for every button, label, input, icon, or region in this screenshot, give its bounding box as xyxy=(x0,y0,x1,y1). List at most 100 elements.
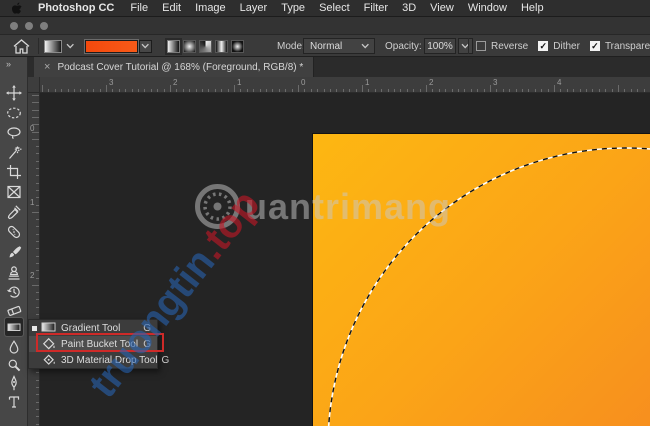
diamond-gradient-icon[interactable] xyxy=(231,40,244,53)
tool-options-bar: Mode: Normal Opacity: 100% Reverse ✓ Dithe… xyxy=(0,35,650,57)
flyout-item-3d-material-drop-tool[interactable]: 3D Material Drop ToolG xyxy=(29,352,157,368)
hruler-label: 1 xyxy=(237,78,241,87)
frame-tool[interactable] xyxy=(5,183,23,201)
tool-preset-picker[interactable] xyxy=(44,35,62,57)
opacity-label: Opacity: xyxy=(385,35,422,57)
hruler-label: 2 xyxy=(429,78,433,87)
tools-panel: » xyxy=(0,57,28,426)
dither-checkbox-label: Dither xyxy=(553,41,580,52)
hruler-label: 4 xyxy=(557,78,561,87)
mode-value: Normal xyxy=(310,41,342,52)
crop-tool[interactable] xyxy=(5,163,23,181)
gradient-swatch[interactable] xyxy=(85,35,152,57)
transparency-checkbox-box[interactable]: ✓ xyxy=(590,41,600,51)
radial-gradient-icon[interactable] xyxy=(183,40,196,53)
canvas-image[interactable] xyxy=(313,134,650,426)
menubar-item-edit[interactable]: Edit xyxy=(155,2,188,14)
minimize-window-button[interactable] xyxy=(25,22,33,30)
hruler-label: 3 xyxy=(493,78,497,87)
canvas-viewport[interactable] xyxy=(40,93,650,426)
annotation-highlight-box xyxy=(36,333,164,352)
dither-checkbox-box[interactable]: ✓ xyxy=(538,41,548,51)
zoom-window-button[interactable] xyxy=(40,22,48,30)
menubar-item-image[interactable]: Image xyxy=(188,2,233,14)
gradient-tool[interactable] xyxy=(5,318,23,336)
opacity-value: 100% xyxy=(424,38,456,54)
hruler-label: 3 xyxy=(109,78,113,87)
menubar-item-view[interactable]: View xyxy=(423,2,461,14)
pen-tool[interactable] xyxy=(5,374,23,392)
menubar-item-window[interactable]: Window xyxy=(461,2,514,14)
flyout-item-label: Gradient Tool xyxy=(61,323,139,334)
hruler-label: 2 xyxy=(173,78,177,87)
expand-panel-icon[interactable]: » xyxy=(6,59,12,69)
move-tool[interactable] xyxy=(5,84,23,102)
macos-menu-bar: Photoshop CCFileEditImageLayerTypeSelect… xyxy=(0,0,650,17)
active-tool-indicator xyxy=(32,358,37,363)
close-window-button[interactable] xyxy=(10,22,18,30)
gradient-swatch-chevron-icon[interactable] xyxy=(139,40,152,53)
history-brush-tool[interactable] xyxy=(5,283,23,301)
elliptical-marquee-tool[interactable] xyxy=(5,104,23,122)
home-icon[interactable] xyxy=(13,35,30,57)
eraser-tool[interactable] xyxy=(5,301,23,319)
mode-select[interactable]: Normal xyxy=(303,38,375,54)
divider xyxy=(38,38,39,54)
hruler-label: 1 xyxy=(365,78,369,87)
menubar-item-filter[interactable]: Filter xyxy=(357,2,395,14)
tool-preset-chevron-icon[interactable] xyxy=(66,35,75,57)
angle-gradient-icon[interactable] xyxy=(199,40,212,53)
menubar-item-file[interactable]: File xyxy=(123,2,155,14)
flyout-item-shortcut: G xyxy=(162,355,170,366)
reverse-checkbox-label: Reverse xyxy=(491,41,528,52)
blur-tool[interactable] xyxy=(5,338,23,356)
window-title-bar xyxy=(0,17,650,35)
vruler-label: 0 xyxy=(30,124,34,133)
ruler-corner[interactable] xyxy=(28,77,40,93)
menubar-item-3d[interactable]: 3D xyxy=(395,2,423,14)
flyout-item-label: 3D Material Drop Tool xyxy=(61,355,158,366)
lasso-tool[interactable] xyxy=(5,124,23,142)
type-tool[interactable] xyxy=(5,393,23,411)
menubar-item-photoshop-cc[interactable]: Photoshop CC xyxy=(31,2,123,14)
mode-label: Mode: xyxy=(277,35,305,57)
content-row: 0123 xyxy=(28,93,650,426)
document-tab-bar: × Podcast Cover Tutorial @ 168% (Foregro… xyxy=(28,57,650,77)
eyedropper-tool[interactable] xyxy=(5,203,23,221)
apple-logo-glyph xyxy=(12,2,23,15)
menubar-item-layer[interactable]: Layer xyxy=(233,2,275,14)
menubar-item-help[interactable]: Help xyxy=(514,2,551,14)
menubar-item-type[interactable]: Type xyxy=(274,2,312,14)
close-tab-icon[interactable]: × xyxy=(44,61,50,73)
vruler-label: 2 xyxy=(30,271,34,280)
dodge-tool[interactable] xyxy=(5,356,23,374)
dither-checkbox[interactable]: ✓ Dither xyxy=(538,41,580,52)
vruler-label: 1 xyxy=(30,198,34,207)
healing-brush-tool[interactable] xyxy=(5,223,23,241)
gradient-type-buttons xyxy=(167,35,247,57)
chevron-down-icon xyxy=(361,42,370,50)
magic-wand-tool[interactable] xyxy=(5,144,23,162)
gradient-checkboxes: Reverse ✓ Dither ✓ Transparency xyxy=(476,35,650,57)
reflected-gradient-icon[interactable] xyxy=(215,40,228,53)
brush-tool[interactable] xyxy=(5,243,23,261)
horizontal-ruler[interactable]: 32101234 xyxy=(40,77,650,93)
clone-stamp-tool[interactable] xyxy=(5,264,23,282)
reverse-checkbox-box[interactable] xyxy=(476,41,486,51)
opacity-field[interactable]: 100% xyxy=(424,38,456,54)
reverse-checkbox[interactable]: Reverse xyxy=(476,41,528,52)
divider xyxy=(468,38,469,54)
document-tab[interactable]: × Podcast Cover Tutorial @ 168% (Foregro… xyxy=(34,57,314,77)
opacity-chevron-button[interactable] xyxy=(458,38,473,54)
apple-menu-icon[interactable] xyxy=(0,2,31,15)
transparency-checkbox[interactable]: ✓ Transparency xyxy=(590,41,650,52)
transparency-checkbox-label: Transparency xyxy=(605,41,650,52)
gradient-swatch-color xyxy=(85,40,138,53)
active-tool-indicator xyxy=(32,326,37,331)
workspace: » × Podcast Cover Tutorial @ 168% (Foreg… xyxy=(0,57,650,426)
vertical-ruler[interactable]: 0123 xyxy=(28,93,40,426)
linear-gradient-icon[interactable] xyxy=(167,40,180,53)
document-tab-title: Podcast Cover Tutorial @ 168% (Foregroun… xyxy=(57,62,303,73)
menubar-item-select[interactable]: Select xyxy=(312,2,357,14)
document-area: × Podcast Cover Tutorial @ 168% (Foregro… xyxy=(28,57,650,426)
